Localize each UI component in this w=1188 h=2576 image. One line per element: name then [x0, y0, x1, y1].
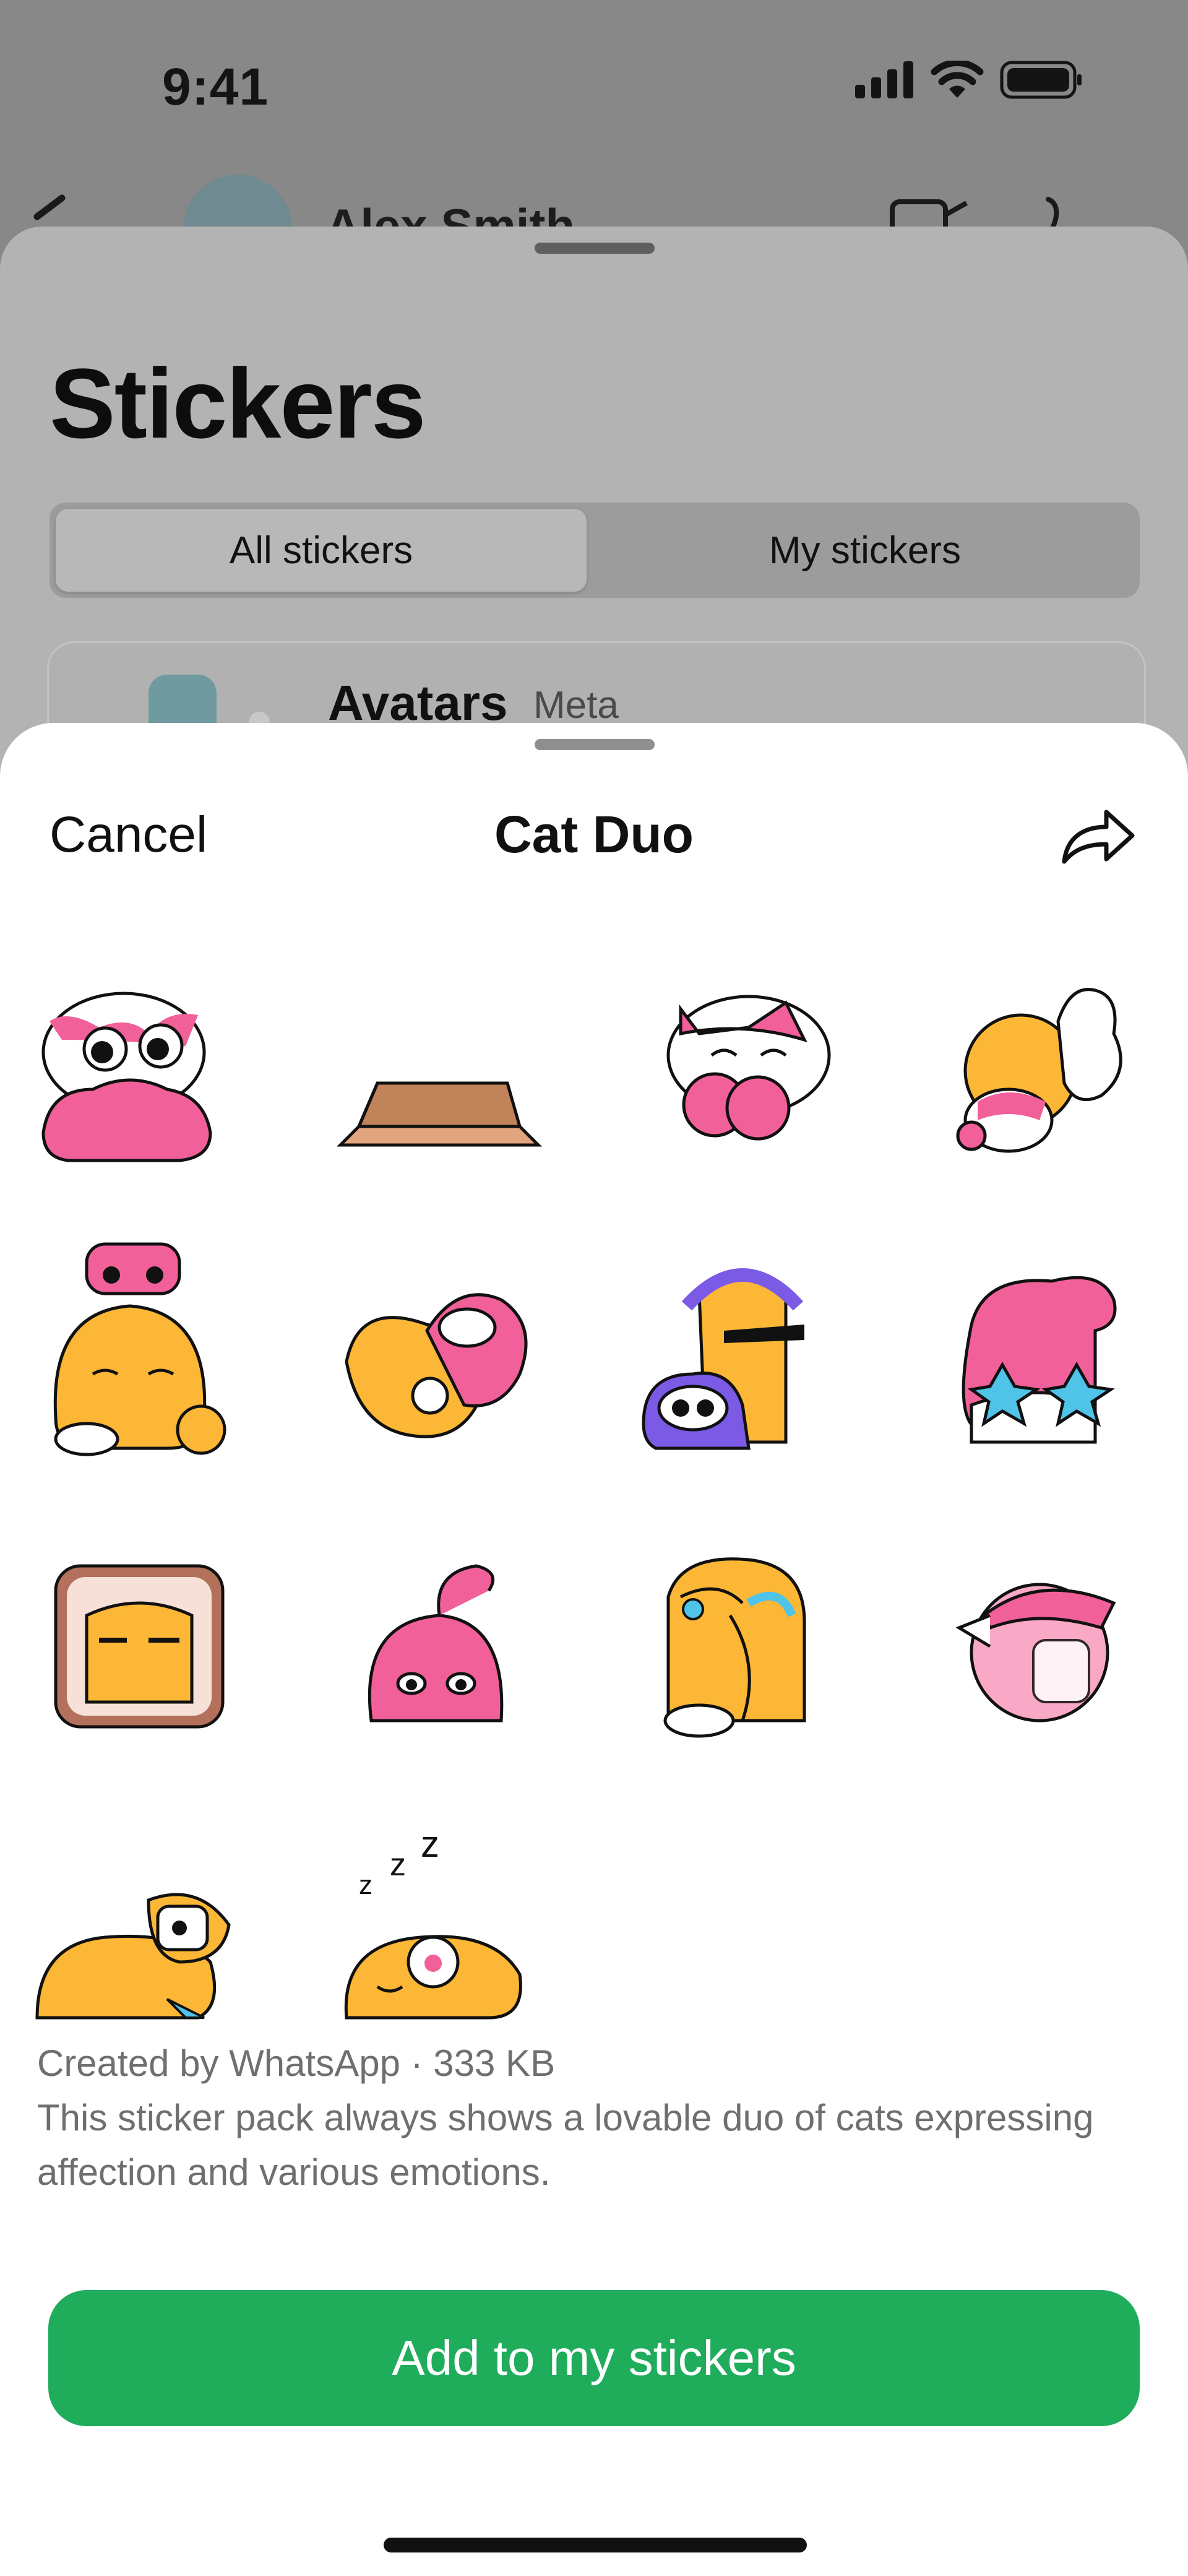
sticker-5[interactable] [25, 1232, 272, 1479]
sticker-1[interactable] [25, 947, 272, 1195]
home-indicator[interactable] [384, 2538, 807, 2552]
svg-text:z: z [421, 1823, 439, 1865]
sheet-grabber[interactable] [535, 739, 655, 750]
sticker-3[interactable] [619, 947, 866, 1195]
pack-meta-line: Created by WhatsApp · 333 KB [37, 2042, 556, 2084]
share-icon[interactable] [1058, 800, 1138, 874]
status-bar: 9:41 [0, 0, 1188, 173]
svg-text:z: z [390, 1847, 406, 1883]
sticker-2[interactable] [322, 947, 569, 1195]
sheet-grabber[interactable] [535, 243, 655, 254]
pack-description: Created by WhatsApp · 333 KB This sticke… [37, 2036, 1138, 2200]
add-to-my-stickers-button[interactable]: Add to my stickers [48, 2290, 1140, 2426]
sticker-4[interactable] [916, 947, 1163, 1195]
pack-title: Cat Duo [494, 805, 694, 863]
stickers-segmented-control: All stickers My stickers [50, 503, 1140, 598]
svg-text:z: z [359, 1870, 372, 1900]
stickers-title: Stickers [50, 348, 426, 459]
sticker-11[interactable] [619, 1516, 866, 1764]
status-icons [855, 61, 1083, 99]
sticker-10[interactable] [322, 1516, 569, 1764]
tab-all-stickers[interactable]: All stickers [56, 509, 587, 592]
sticker-12[interactable] [916, 1516, 1163, 1764]
sticker-14[interactable]: zzz [322, 1801, 569, 2049]
screen: 9:41 Alex Smith Stickers All stickers My… [0, 0, 1188, 2576]
sticker-9[interactable] [25, 1516, 272, 1764]
sticker-13[interactable] [25, 1801, 272, 2049]
sticker-6[interactable] [322, 1232, 569, 1479]
sticker-8[interactable] [916, 1232, 1163, 1479]
status-time: 9:41 [162, 58, 269, 116]
pack-author: Meta [533, 684, 619, 727]
pack-description-text: This sticker pack always shows a lovable… [37, 2097, 1094, 2193]
sticker-7[interactable] [619, 1232, 866, 1479]
cellular-signal-icon [855, 61, 913, 98]
wifi-icon [931, 61, 984, 98]
battery-icon [1000, 61, 1082, 99]
tab-my-stickers[interactable]: My stickers [596, 509, 1134, 592]
